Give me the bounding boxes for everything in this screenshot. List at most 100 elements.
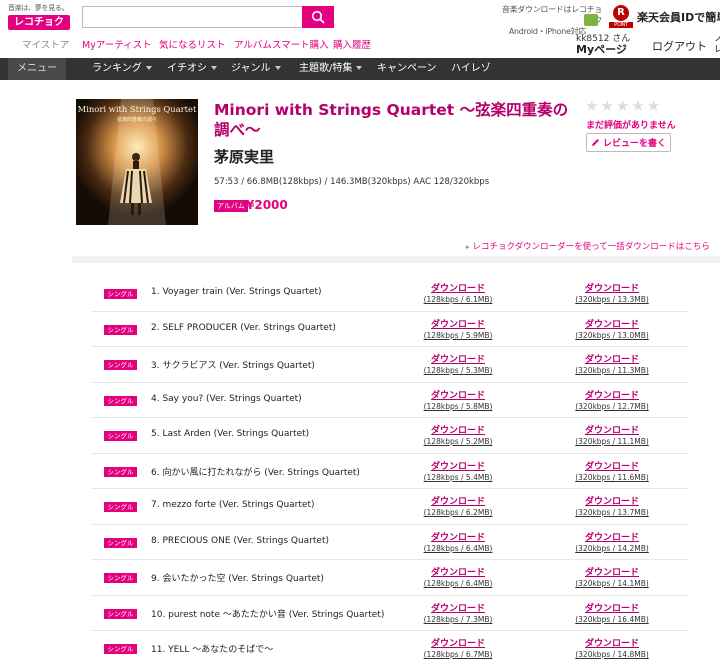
write-review-button[interactable]: レビューを書く	[586, 133, 671, 152]
nav-watch-list[interactable]: 気になるリスト	[159, 37, 226, 51]
table-row: シングル 11. YELL ～あなたのそばで～ ダウンロード (128kbps /…	[92, 631, 688, 660]
logout-link[interactable]: ログアウト	[652, 38, 707, 54]
download-320-button[interactable]: ダウンロード (320kbps / 14.2MB)	[572, 530, 652, 553]
single-badge[interactable]: シングル	[104, 537, 137, 548]
chevron-down-icon	[145, 66, 152, 70]
star-icon: ★	[600, 97, 614, 115]
download-size: (320kbps / 14.2MB)	[575, 543, 649, 553]
single-badge[interactable]: シングル	[104, 644, 137, 654]
no-rating-text: まだ評価がありません	[586, 121, 676, 131]
download-320-button[interactable]: ダウンロード (320kbps / 13.3MB)	[572, 281, 652, 304]
album-cover-subtitle: 弦楽四重奏の調べ	[116, 117, 157, 123]
nav-album-smart-purchase[interactable]: アルバムスマート購入	[234, 37, 329, 51]
nav-my-artist[interactable]: Myアーティスト	[82, 37, 152, 51]
track-title: 11. YELL ～あなたのそばで～	[151, 645, 274, 655]
download-128-button[interactable]: ダウンロード (128kbps / 5.3MB)	[420, 352, 496, 375]
nav-genre[interactable]: ジャンル	[231, 58, 281, 80]
triangle-right-icon: ▸	[466, 243, 470, 251]
single-badge[interactable]: シングル	[104, 289, 137, 299]
nav-ranking-label: ランキング	[92, 63, 142, 74]
rakuten-login-link[interactable]: 楽天会員IDで簡単決	[637, 9, 720, 25]
album-price-button[interactable]: ¥2000	[246, 198, 288, 212]
download-320-button[interactable]: ダウンロード (320kbps / 16.4MB)	[572, 601, 652, 624]
single-badge[interactable]: シングル	[104, 573, 137, 583]
download-label: ダウンロード	[584, 426, 639, 436]
nav-pickup[interactable]: イチオシ	[167, 58, 217, 80]
download-label: ダウンロード	[430, 355, 485, 365]
nav-my-store[interactable]: マイストア	[22, 37, 69, 51]
search-button[interactable]	[302, 6, 334, 28]
download-label: ダウンロード	[430, 461, 485, 472]
download-size: (320kbps / 16.4MB)	[575, 614, 649, 624]
chevron-down-icon	[274, 66, 281, 70]
download-128-button[interactable]: ダウンロード (128kbps / 5.9MB)	[420, 317, 496, 340]
table-row: シングル 4. Say you? (Ver. Strings Quartet) …	[92, 383, 688, 418]
download-label: ダウンロード	[584, 603, 639, 614]
logo-tagline: 音楽は、夢を見る。	[8, 4, 69, 12]
download-label: ダウンロード	[430, 532, 485, 543]
star-icon: ★	[615, 97, 630, 115]
download-size: (128kbps / 5.9MB)	[423, 330, 493, 340]
single-badge[interactable]: シングル	[104, 360, 137, 370]
single-badge[interactable]: シングル	[104, 395, 137, 406]
download-size: (320kbps / 11.3MB)	[575, 366, 649, 375]
table-row: シングル 10. purest note ～あたたかい音 (Ver. Strin…	[92, 596, 688, 631]
star-icon: ★	[646, 97, 661, 115]
album-badge: アルバム	[214, 200, 248, 212]
single-badge[interactable]: シングル	[104, 431, 137, 441]
download-size: (320kbps / 14.8MB)	[575, 650, 649, 659]
search-icon	[311, 10, 325, 24]
download-size: (128kbps / 5.8MB)	[423, 401, 493, 411]
artist-name[interactable]: 茅原実里	[214, 146, 274, 167]
download-320-button[interactable]: ダウンロード (320kbps / 11.6MB)	[572, 459, 652, 482]
download-128-button[interactable]: ダウンロード (128kbps / 6.1MB)	[420, 281, 496, 304]
album-title: Minori with Strings Quartet ～弦楽四重奏の調べ～	[214, 101, 569, 139]
album-cover[interactable]: Minori with Strings Quartet 弦楽四重奏の調べ	[76, 99, 198, 225]
nav-theme-song[interactable]: 主題歌/特集	[299, 58, 363, 80]
download-320-button[interactable]: ダウンロード (320kbps / 14.1MB)	[572, 565, 652, 588]
download-size: (128kbps / 6.7MB)	[423, 650, 493, 659]
download-label: ダウンロード	[584, 568, 639, 578]
download-size: (128kbps / 6.2MB)	[423, 508, 493, 517]
download-128-button[interactable]: ダウンロード (128kbps / 5.4MB)	[420, 459, 496, 482]
search-input[interactable]	[82, 6, 302, 28]
download-label: ダウンロード	[430, 497, 485, 507]
download-128-button[interactable]: ダウンロード (128kbps / 6.4MB)	[420, 530, 496, 553]
nav-purchase-history[interactable]: 購入履歴	[333, 37, 371, 51]
track-title: 9. 会いたかった空 (Ver. Strings Quartet)	[151, 574, 324, 584]
download-320-button[interactable]: ダウンロード (320kbps / 11.3MB)	[572, 352, 652, 375]
single-badge[interactable]: シングル	[104, 324, 137, 335]
download-128-button[interactable]: ダウンロード (128kbps / 5.8MB)	[420, 388, 496, 411]
site-logo[interactable]: 音楽は、夢を見る。 レコチョク	[8, 3, 72, 30]
header-misc-2[interactable]: レ	[714, 42, 720, 55]
nav-hi-res[interactable]: ハイレゾ	[451, 58, 491, 80]
nav-ranking[interactable]: ランキング	[92, 58, 152, 80]
menu-button[interactable]: メニュー	[8, 58, 66, 80]
download-size: (128kbps / 5.4MB)	[423, 472, 493, 482]
nav-campaign[interactable]: キャンペーン	[377, 58, 437, 80]
download-320-button[interactable]: ダウンロード (320kbps / 12.7MB)	[572, 388, 652, 411]
download-128-button[interactable]: ダウンロード (128kbps / 6.4MB)	[420, 565, 496, 588]
download-128-button[interactable]: ダウンロード (128kbps / 7.3MB)	[420, 601, 496, 624]
download-label: ダウンロード	[430, 426, 485, 436]
single-badge[interactable]: シングル	[104, 502, 137, 512]
track-title: 7. mezzo forte (Ver. Strings Quartet)	[151, 500, 315, 510]
download-320-button[interactable]: ダウンロード (320kbps / 13.0MB)	[572, 317, 652, 340]
mypage-link[interactable]: Myページ	[576, 41, 627, 57]
download-320-button[interactable]: ダウンロード (320kbps / 11.1MB)	[572, 423, 652, 446]
download-128-button[interactable]: ダウンロード (128kbps / 6.7MB)	[420, 636, 496, 659]
bulk-download-link[interactable]: ▸ レコチョクダウンローダーを使って一括ダウンロードはこちら	[466, 240, 710, 252]
single-badge[interactable]: シングル	[104, 466, 137, 477]
download-320-button[interactable]: ダウンロード (320kbps / 14.8MB)	[572, 636, 652, 659]
download-128-button[interactable]: ダウンロード (128kbps / 5.2MB)	[420, 423, 496, 446]
download-128-button[interactable]: ダウンロード (128kbps / 6.2MB)	[420, 494, 496, 517]
download-label: ダウンロード	[584, 639, 639, 649]
download-label: ダウンロード	[584, 461, 639, 472]
rakuten-point-icon: R POINT	[609, 5, 633, 29]
album-meta: 57:53 / 66.8MB(128kbps) / 146.3MB(320kbp…	[214, 177, 490, 187]
write-review-label: レビューを書く	[602, 139, 666, 149]
logo-mark[interactable]: レコチョク	[8, 15, 70, 30]
single-badge[interactable]: シングル	[104, 608, 137, 619]
download-label: ダウンロード	[430, 568, 485, 578]
download-320-button[interactable]: ダウンロード (320kbps / 13.7MB)	[572, 494, 652, 517]
